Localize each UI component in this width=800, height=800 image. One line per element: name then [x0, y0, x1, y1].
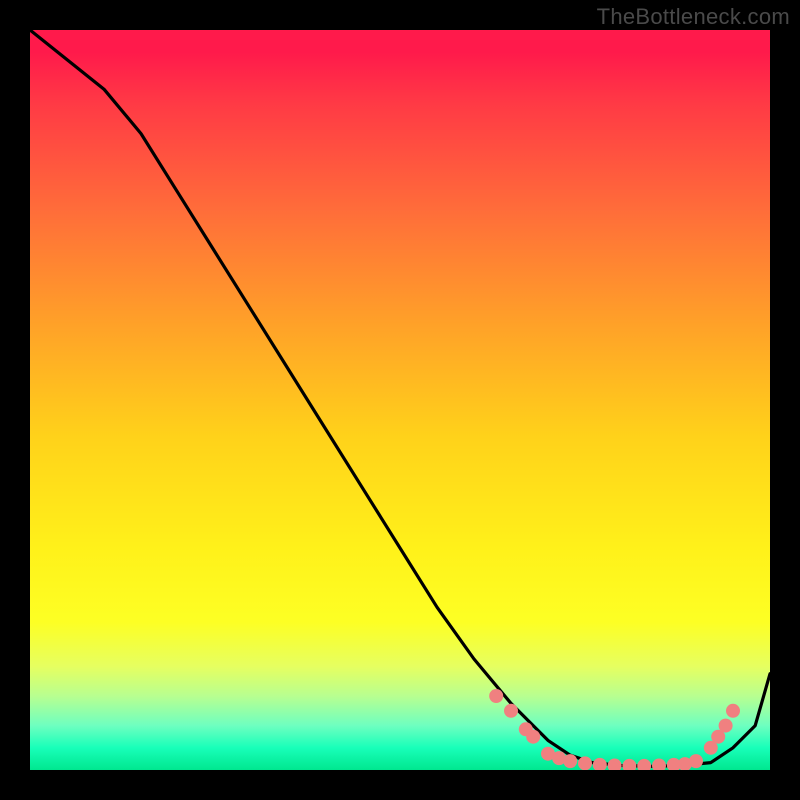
highlight-dot: [652, 759, 666, 770]
curve-layer: [30, 30, 770, 770]
highlight-dot: [504, 704, 518, 718]
highlight-dot: [622, 759, 636, 770]
chart-frame: TheBottleneck.com: [0, 0, 800, 800]
highlight-dot: [719, 719, 733, 733]
highlight-dot: [578, 756, 592, 770]
watermark-text: TheBottleneck.com: [597, 4, 790, 30]
highlight-dots: [489, 689, 740, 770]
plot-area: [30, 30, 770, 770]
highlight-dot: [689, 754, 703, 768]
highlight-dot: [563, 754, 577, 768]
highlight-dot: [489, 689, 503, 703]
highlight-dot: [637, 759, 651, 770]
highlight-dot: [608, 759, 622, 770]
highlight-dot: [726, 704, 740, 718]
highlight-dot: [526, 730, 540, 744]
highlight-dot: [593, 758, 607, 770]
bottleneck-curve: [30, 30, 770, 766]
